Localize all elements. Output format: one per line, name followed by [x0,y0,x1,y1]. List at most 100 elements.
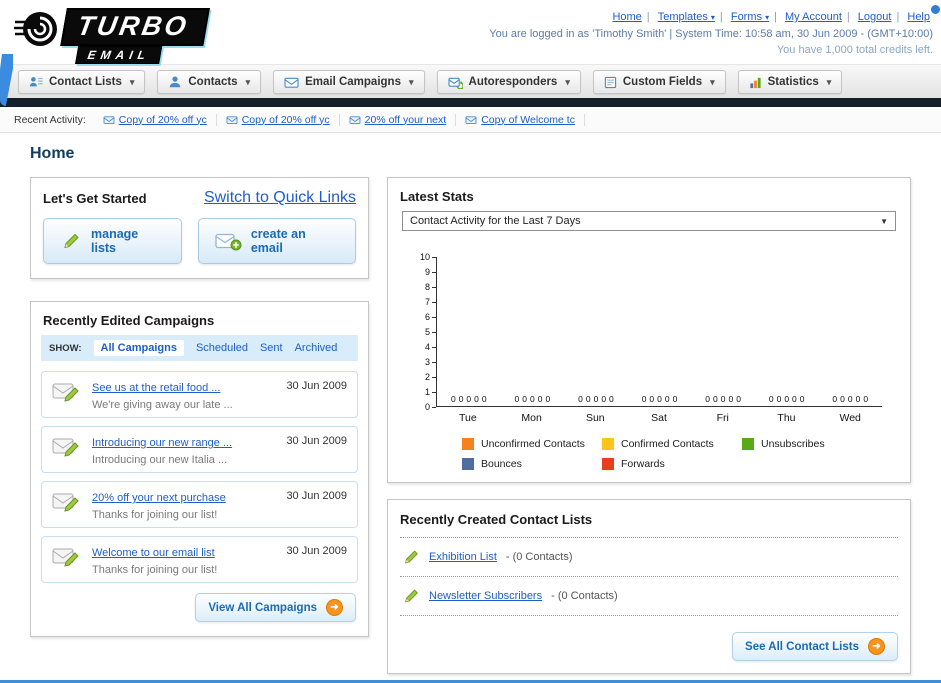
chevron-down-icon: ▼ [880,216,888,226]
nav-divider-bar [0,98,941,107]
tab-statistics[interactable]: Statistics [737,70,843,94]
tab-contact-lists[interactable]: Contact Lists [18,70,146,94]
see-all-contact-lists-label: See All Contact Lists [745,640,859,653]
top-link-logout[interactable]: Logout [858,11,892,23]
create-email-button[interactable]: create an email [197,218,356,264]
recent-activity-item[interactable]: Copy of Welcome tc [456,113,585,126]
campaign-row[interactable]: See us at the retail food ... We're givi… [41,371,358,418]
logo-text: TURBO EMAIL [57,8,210,64]
contact-list-row[interactable]: Newsletter Subscribers - (0 Contacts) [400,577,898,616]
campaign-title-link[interactable]: Welcome to our email list [92,547,215,559]
x-tick-label: Mon [521,412,542,424]
top-link-my-account[interactable]: My Account [785,11,842,23]
envelope-icon [465,115,477,125]
filter-tab-scheduled[interactable]: Scheduled [196,342,248,354]
data-label: 0 [578,394,583,404]
view-all-campaigns-label: View All Campaigns [208,601,317,614]
filter-tab-all-campaigns[interactable]: All Campaigns [93,340,184,356]
legend-swatch [462,438,474,450]
link-separator [772,11,779,23]
data-label: 0 [840,394,845,404]
statistics-icon [749,76,762,89]
data-label: 0 [522,394,527,404]
data-label: 0 [458,394,464,404]
top-link-home[interactable]: Home [612,11,641,23]
contact-list-row[interactable]: Exhibition List - (0 Contacts) [400,538,898,577]
tab-contacts[interactable]: Contacts [157,70,262,94]
pencil-icon [60,231,82,251]
link-separator [645,11,652,23]
recent-activity-item[interactable]: Copy of 20% off yc [217,113,340,126]
contacts-icon [168,75,182,89]
edit-envelope-icon [52,545,82,570]
contact-lists-title: Recently Created Contact Lists [400,512,593,527]
top-link-forms[interactable]: Forms ▾ [731,11,769,23]
main-content: Home Let's Get Started Switch to Quick L… [0,133,941,674]
chart-category-group: 00000 [818,394,882,406]
contact-lists-panel: Recently Created Contact Lists Exhibitio… [387,499,911,674]
campaign-row[interactable]: Introducing our new range ... Introducin… [41,426,358,473]
x-tick-label: Wed [839,412,861,424]
campaign-subject: Introducing our new Italia ... [92,454,228,466]
manage-lists-label: manage lists [91,227,139,255]
contact-list-link[interactable]: Exhibition List [429,551,497,563]
campaign-text: See us at the retail food ... We're givi… [92,378,276,411]
data-label: 0 [450,394,456,404]
legend-item: Unsubscribes [742,438,882,450]
switch-quick-links-link[interactable]: Switch to Quick Links [204,189,356,207]
recent-activity-bar: Recent Activity: Copy of 20% off yc Copy… [0,107,941,133]
campaign-subject: We're giving away our late ... [92,399,233,411]
campaign-text: 20% off your next purchase Thanks for jo… [92,488,276,521]
chart-category-group: 00000 [437,394,501,406]
left-column: Let's Get Started Switch to Quick Links … [30,177,369,637]
top-link-help[interactable]: Help [907,11,930,23]
data-label: 0 [649,394,655,404]
data-label: 0 [530,394,535,404]
top-link-templates[interactable]: Templates ▾ [658,11,715,23]
filter-tab-archived[interactable]: Archived [295,342,338,354]
turbo-email-logo[interactable]: TURBO EMAIL [14,6,210,64]
filter-tab-sent[interactable]: Sent [260,342,283,354]
tab-email-campaigns[interactable]: Email Campaigns [273,70,425,94]
see-all-contact-lists-button[interactable]: See All Contact Lists ➜ [732,632,898,661]
view-all-campaigns-button[interactable]: View All Campaigns ➜ [195,593,356,622]
contact-list-count: - (0 Contacts) [505,551,573,563]
top-links: Home Templates ▾ Forms ▾ My Account Logo… [489,9,933,26]
edit-envelope-icon [52,490,82,515]
campaign-row[interactable]: Welcome to our email list Thanks for joi… [41,536,358,583]
data-label: 0 [474,394,479,404]
campaign-date: 30 Jun 2009 [286,490,347,502]
stats-period-value: Contact Activity for the Last 7 Days [410,215,581,227]
data-label: 0 [545,394,551,404]
data-label: 0 [481,394,487,404]
manage-lists-button[interactable]: manage lists [43,218,182,264]
recent-activity-item[interactable]: Copy of 20% off yc [94,113,217,126]
campaigns-filter-row: SHOW: All Campaigns Scheduled Sent Archi… [41,335,358,361]
x-tick-label: Thu [777,412,796,424]
recent-activity-label: Recent Activity: [14,113,86,126]
contact-list-link[interactable]: Newsletter Subscribers [429,590,542,602]
campaign-subject: Thanks for joining our list! [92,509,218,521]
chart-category-group: 00000 [691,394,755,406]
chart-legend: Unconfirmed Contacts Confirmed Contacts Un… [462,438,882,470]
campaign-title-link[interactable]: Introducing our new range ... [92,437,232,449]
data-label: 0 [768,394,774,404]
data-label: 0 [537,394,543,404]
campaign-title-link[interactable]: See us at the retail food ... [92,382,220,394]
campaign-row[interactable]: 20% off your next purchase Thanks for jo… [41,481,358,528]
tab-autoresponders[interactable]: Autoresponders [436,70,581,94]
data-label: 0 [664,394,670,404]
tab-custom-fields[interactable]: Custom Fields [592,70,726,94]
recent-activity-item[interactable]: 20% off your next [340,113,457,126]
campaign-title-link[interactable]: 20% off your next purchase [92,492,226,504]
x-tick-label: Sat [651,412,667,424]
contact-lists-icon [29,75,43,89]
get-started-title: Let's Get Started [43,190,147,206]
data-label: 0 [601,394,607,404]
stats-period-select[interactable]: Contact Activity for the Last 7 Days ▼ [402,211,896,231]
edit-envelope-icon [52,435,82,460]
envelope-icon [349,115,361,125]
chart-category-group: 00000 [564,394,628,406]
chevron-down-icon: ▾ [765,13,770,22]
legend-swatch [742,438,754,450]
